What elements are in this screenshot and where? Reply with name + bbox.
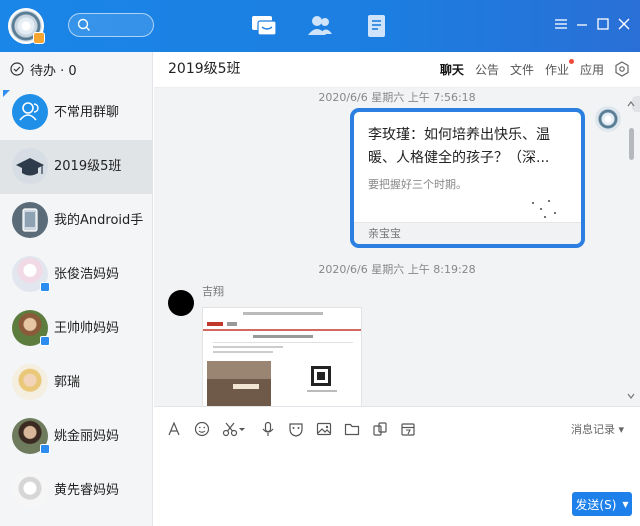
files-icon[interactable] — [363, 13, 391, 39]
conversation-name: 张俊浩妈妈 — [54, 267, 120, 282]
calendar-icon[interactable] — [400, 421, 416, 437]
thumbnail-dot — [554, 212, 556, 214]
chat-tabs: 聊天 公告 文件 作业 应用 — [429, 52, 630, 86]
tab-chat[interactable]: 聊天 — [440, 61, 464, 78]
search-box[interactable] — [68, 13, 154, 37]
device-avatar — [12, 202, 48, 238]
image-message[interactable] — [202, 307, 362, 406]
tab-apps[interactable]: 应用 — [580, 61, 604, 78]
group-avatar — [12, 94, 48, 130]
emoji-icon[interactable] — [194, 421, 210, 437]
tab-homework[interactable]: 作业 — [544, 58, 574, 78]
status-badge — [33, 32, 45, 44]
message-history-button[interactable]: 消息记录 ▾ — [571, 421, 624, 437]
conversation-list: 待办 · 0 不常用群聊 2019级5班 我的Android手 张俊浩妈妈 王帅… — [0, 52, 153, 526]
contacts-icon[interactable] — [306, 13, 334, 39]
conversation-item[interactable]: 郭瑞 — [0, 356, 152, 410]
member-avatar[interactable] — [168, 290, 194, 316]
shared-link-card[interactable]: 李玫瑾：如何培养出快乐、温暖、人格健全的孩子？（深... 要把握好三个时期。 亲… — [350, 108, 585, 248]
card-description: 要把握好三个时期。 — [368, 178, 467, 191]
device-badge — [40, 336, 50, 346]
folder-icon[interactable] — [344, 421, 360, 437]
conversation-item[interactable]: 姚金丽妈妈 — [0, 410, 152, 464]
thumbnail-dot — [540, 208, 542, 210]
search-icon — [77, 18, 90, 31]
device-badge — [40, 444, 50, 454]
title-bar — [0, 0, 640, 52]
maximize-icon[interactable] — [595, 16, 611, 32]
input-toolbar: 消息记录 ▾ — [154, 406, 640, 450]
tab-announcement[interactable]: 公告 — [475, 61, 499, 78]
history-label: 消息记录 — [570, 423, 615, 436]
tab-homework-label: 作业 — [544, 62, 569, 77]
thumbnail-dot — [544, 216, 546, 218]
send-options-chevron-icon[interactable]: ▼ — [622, 500, 628, 509]
notification-dot — [568, 58, 574, 64]
group-icon — [19, 102, 39, 121]
sender-avatar[interactable] — [595, 106, 621, 132]
device-badge — [40, 282, 50, 292]
member-name: 吉翔 — [202, 285, 224, 298]
stickers-icon[interactable] — [372, 421, 388, 437]
conversation-name: 黄先睿妈妈 — [54, 483, 120, 498]
font-icon[interactable] — [166, 421, 182, 437]
chat-header: 2019级5班 聊天 公告 文件 作业 应用 — [154, 52, 640, 88]
close-icon[interactable] — [616, 16, 632, 32]
conversation-item[interactable]: 王帅帅妈妈 — [0, 302, 152, 356]
thumbnail-dot — [532, 202, 534, 204]
check-circle-icon — [10, 62, 24, 76]
send-label: 发送(S) — [575, 497, 617, 512]
newspaper-thumbnail — [203, 308, 361, 406]
todo-button[interactable]: 待办 · 0 — [0, 52, 152, 86]
conversation-item[interactable]: 不常用群聊 — [0, 86, 152, 140]
conversation-name: 郭瑞 — [54, 375, 81, 390]
graduation-cap-icon — [16, 158, 44, 176]
minimize-icon[interactable] — [574, 16, 590, 32]
card-title: 李玫瑾：如何培养出快乐、温暖、人格健全的孩子？（深... — [368, 127, 550, 166]
tablet-icon — [22, 208, 38, 232]
settings-icon[interactable] — [614, 61, 630, 77]
conversation-item[interactable]: 我的Android手 — [0, 194, 152, 248]
card-source: 亲宝宝 — [354, 222, 581, 244]
message-timestamp: 2020/6/6 星期六 上午 8:19:28 — [318, 263, 476, 276]
contact-avatar — [12, 472, 48, 508]
message-input[interactable]: 发送(S) ▼ — [154, 450, 640, 526]
mask-icon[interactable] — [288, 421, 304, 437]
class-avatar — [12, 148, 48, 184]
contact-avatar — [12, 364, 48, 400]
conversation-name: 王帅帅妈妈 — [54, 321, 120, 336]
scrollbar-thumb[interactable] — [629, 128, 634, 160]
scroll-down-icon[interactable] — [627, 392, 635, 400]
screenshot-icon[interactable] — [222, 421, 238, 437]
conversation-name: 2019级5班 — [54, 159, 122, 174]
user-avatar[interactable] — [8, 8, 45, 44]
tab-files[interactable]: 文件 — [510, 61, 534, 78]
microphone-icon[interactable] — [260, 421, 276, 437]
conversation-name: 不常用群聊 — [54, 105, 120, 120]
chat-icon[interactable] — [250, 13, 278, 39]
message-area: 2020/6/6 星期六 上午 7:56:18 李玫瑾：如何培养出快乐、温暖、人… — [154, 88, 640, 406]
conversation-item[interactable]: 张俊浩妈妈 — [0, 248, 152, 302]
send-button[interactable]: 发送(S) ▼ — [572, 492, 632, 516]
scroll-up-icon[interactable] — [627, 100, 635, 108]
chat-title: 2019级5班 — [168, 61, 241, 77]
image-icon[interactable] — [316, 421, 332, 437]
thumbnail-dot — [548, 200, 550, 202]
conversation-item[interactable]: 黄先睿妈妈 — [0, 464, 152, 518]
conversation-name: 姚金丽妈妈 — [54, 429, 120, 444]
todo-label: 待办 · 0 — [30, 63, 77, 79]
chevron-down-icon[interactable] — [238, 421, 246, 437]
conversation-name: 我的Android手 — [54, 213, 144, 228]
conversation-item[interactable]: 2019级5班 — [0, 140, 152, 194]
menu-icon[interactable] — [553, 16, 569, 32]
message-timestamp: 2020/6/6 星期六 上午 7:56:18 — [318, 91, 476, 104]
